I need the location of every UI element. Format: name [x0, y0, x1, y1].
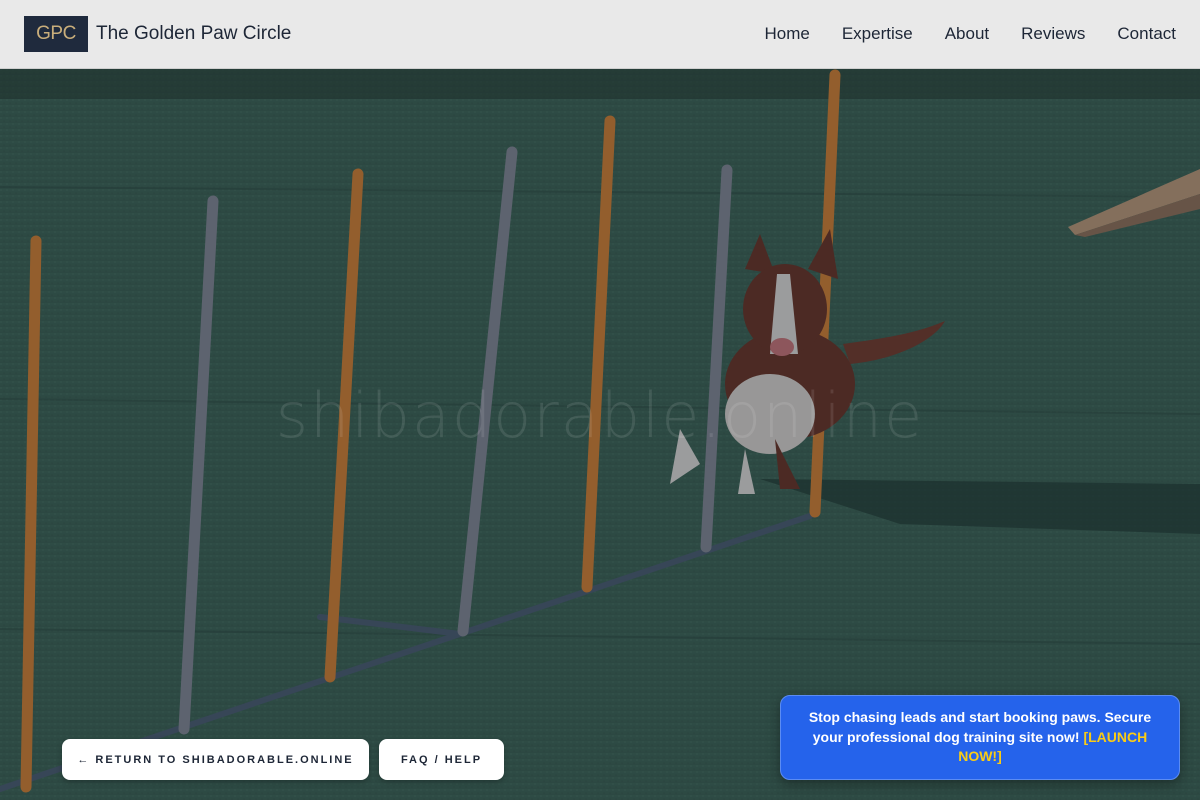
nav-home[interactable]: Home — [764, 24, 809, 44]
nav-reviews[interactable]: Reviews — [1021, 24, 1085, 44]
nav-about[interactable]: About — [945, 24, 989, 44]
site-name[interactable]: The Golden Paw Circle — [96, 23, 291, 45]
brand[interactable]: GPC The Golden Paw Circle — [24, 16, 291, 52]
nav-expertise[interactable]: Expertise — [842, 24, 913, 44]
logo-text: GPC — [36, 23, 76, 44]
logo[interactable]: GPC — [24, 16, 88, 52]
hero-image: shibadorable.online — [0, 69, 1200, 800]
return-button[interactable]: ← Return to shibadorable.online — [62, 739, 369, 780]
site-header: GPC The Golden Paw Circle Home Expertise… — [0, 0, 1200, 69]
faq-help-button[interactable]: FAQ / Help — [379, 739, 504, 780]
main-nav: Home Expertise About Reviews Contact — [764, 24, 1176, 44]
agility-scene — [0, 69, 1200, 800]
promo-banner[interactable]: Stop chasing leads and start booking paw… — [780, 695, 1180, 780]
nav-contact[interactable]: Contact — [1117, 24, 1176, 44]
